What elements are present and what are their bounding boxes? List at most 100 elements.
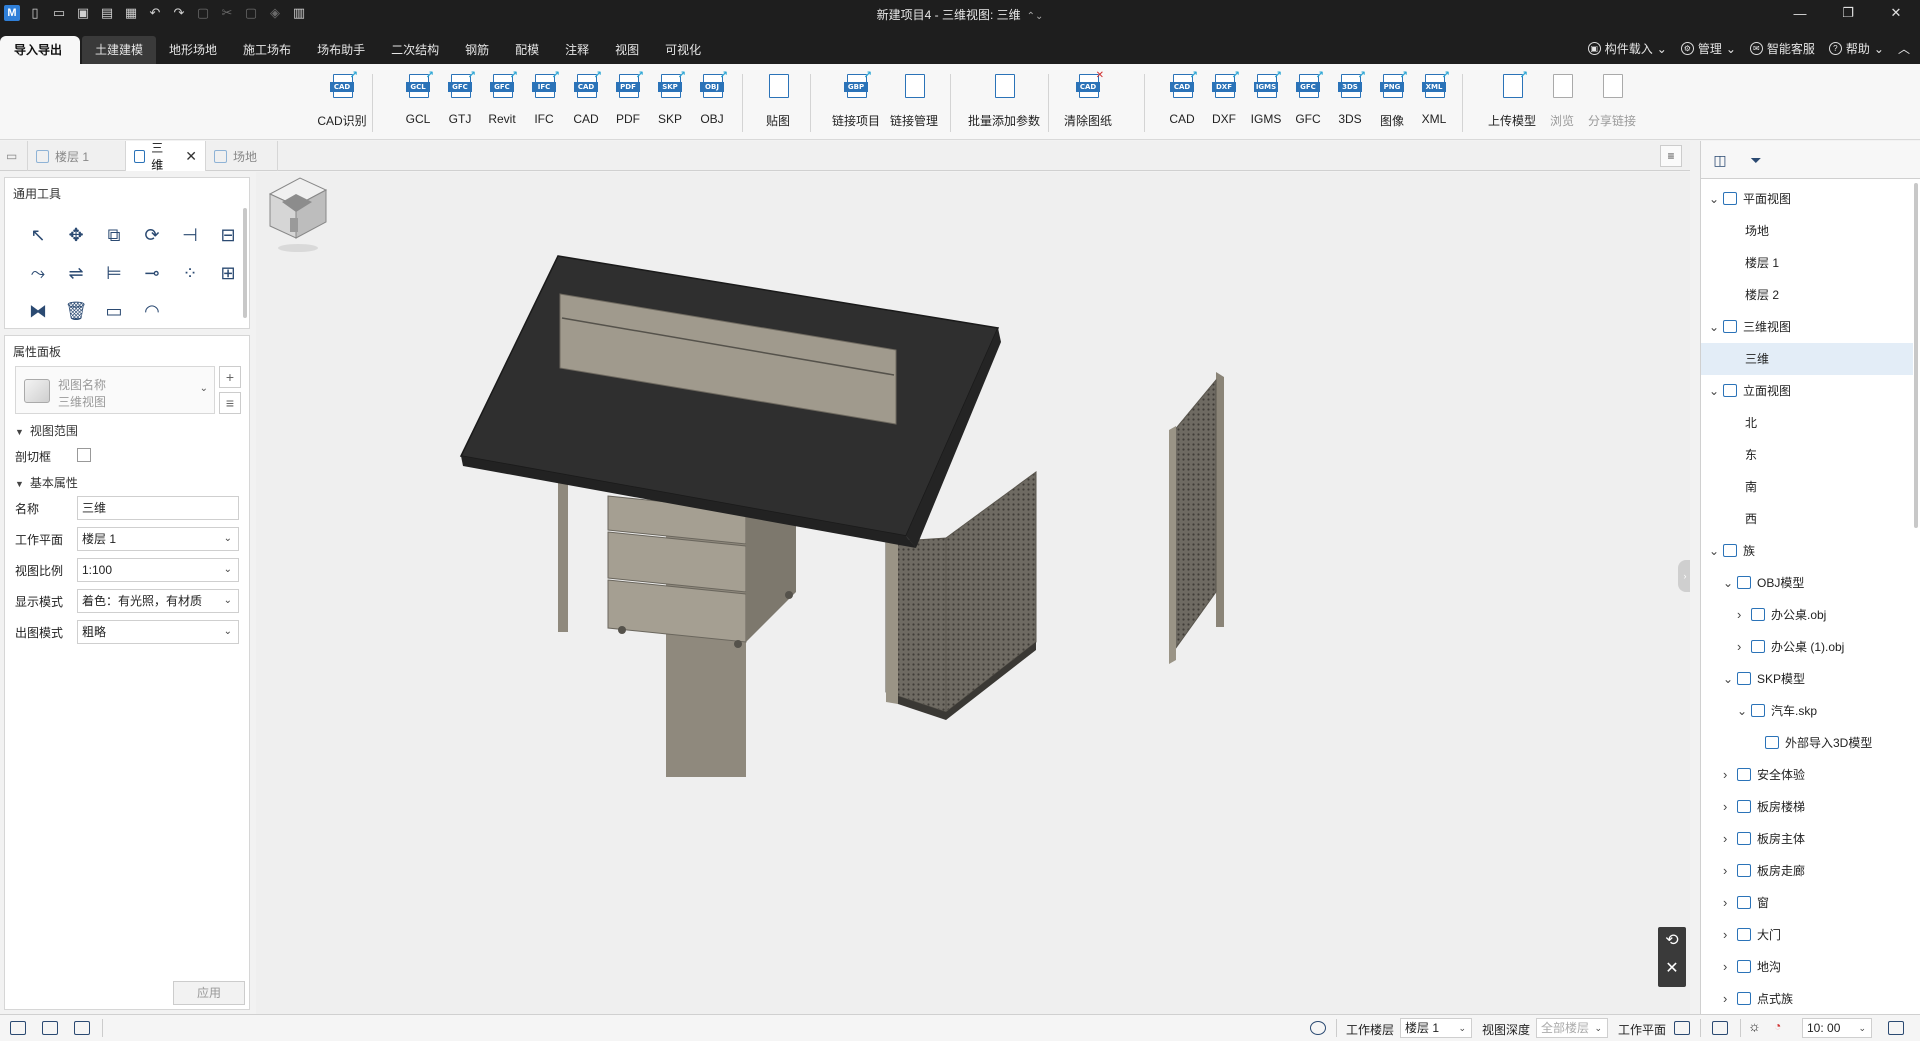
chevron-right-icon[interactable]: ›	[1723, 791, 1727, 823]
view-cube[interactable]	[256, 172, 336, 256]
work-plane-icon[interactable]	[1674, 1021, 1690, 1035]
manage-button[interactable]: ⚙ 管理 ⌄	[1680, 40, 1736, 57]
tree-item[interactable]: › 点式族	[1701, 983, 1913, 1015]
layout-single-icon[interactable]	[10, 1021, 26, 1035]
rotate-tool-icon[interactable]: ⟳	[133, 216, 171, 254]
title-dropdown-icon[interactable]: ⌃⌄	[1027, 11, 1044, 22]
tab-3d[interactable]: 三维 ✕	[126, 141, 206, 172]
trim-tool-icon[interactable]: ⊣	[171, 216, 209, 254]
work-plane-select[interactable]: 楼层 1 ⌄	[77, 527, 239, 551]
close-icon[interactable]: ✕	[1872, 0, 1920, 26]
tools-scrollbar[interactable]	[243, 208, 247, 318]
tree-item[interactable]: 楼层 2	[1701, 279, 1913, 311]
tree-item[interactable]: › 大门	[1701, 919, 1913, 951]
layout-grid-icon[interactable]	[74, 1021, 90, 1035]
menu-tab[interactable]: 施工场布	[230, 36, 304, 64]
component-load-button[interactable]: ▣ 构件载入 ⌄	[1587, 40, 1667, 57]
chevron-right-icon[interactable]: ›	[1723, 759, 1727, 791]
menu-tab[interactable]: 配模	[502, 36, 552, 64]
delete-tool-icon[interactable]: 🗑	[57, 292, 95, 330]
move-tool-icon[interactable]: ✥	[57, 216, 95, 254]
help-button[interactable]: ? 帮助 ⌄	[1828, 40, 1884, 57]
close-tab-icon[interactable]: ✕	[185, 148, 197, 165]
ribbon-button[interactable]: CAD ↗ CAD识别	[302, 70, 382, 129]
tree-item[interactable]: 北	[1701, 407, 1913, 439]
copy-tool-icon[interactable]: ⧉	[95, 216, 133, 254]
tree-item[interactable]: › 板房楼梯	[1701, 791, 1913, 823]
ribbon-button[interactable]: 链接管理	[883, 72, 945, 129]
tree-item[interactable]: ⌄ SKP模型	[1701, 663, 1913, 695]
break-tool-icon[interactable]: ⊸	[133, 254, 171, 292]
chevron-down-icon[interactable]: ⌄	[1723, 567, 1733, 599]
ribbon-button[interactable]: GBP ↗ 链接项目	[825, 70, 887, 129]
tree-item[interactable]: 西	[1701, 503, 1913, 535]
ribbon-button[interactable]: CAD ✕ 清除图纸	[1057, 70, 1119, 129]
select-tool-icon[interactable]: ↖	[19, 216, 57, 254]
view-settings-button[interactable]: ≡	[219, 392, 241, 414]
chevron-right-icon[interactable]: ›	[1723, 919, 1727, 951]
tree-item[interactable]: › 安全体验	[1701, 759, 1913, 791]
sun-time-select[interactable]: 10: 00 ⌄	[1802, 1018, 1872, 1038]
menu-tab[interactable]: 土建建模	[82, 36, 157, 64]
tree-item[interactable]: › 板房主体	[1701, 823, 1913, 855]
chevron-right-icon[interactable]: ›	[1723, 951, 1727, 983]
chevron-right-icon[interactable]: ›	[1723, 855, 1727, 887]
3d-viewport[interactable]: › ⟲ ✕	[256, 172, 1690, 1014]
tree-item[interactable]: ⌄ 汽车.skp	[1701, 695, 1913, 727]
tree-item[interactable]: › 窗	[1701, 887, 1913, 919]
tree-item[interactable]: ⌄ 立面视图	[1701, 375, 1913, 407]
output-mode-select[interactable]: 粗略 ⌄	[77, 620, 239, 644]
tree-scrollbar[interactable]	[1914, 183, 1918, 528]
grid-toggle-icon[interactable]	[1712, 1021, 1728, 1035]
tree-item[interactable]: 场地	[1701, 215, 1913, 247]
shadow-toggle-icon[interactable]: ◔	[1774, 1019, 1781, 1033]
menu-tab[interactable]: 视图	[602, 36, 652, 64]
ribbon-button[interactable]: 贴图	[752, 72, 804, 129]
chevron-right-icon[interactable]: ›	[1723, 823, 1727, 855]
tree-item[interactable]: 楼层 1	[1701, 247, 1913, 279]
tree-item[interactable]: ⌄ 平面视图	[1701, 183, 1913, 215]
add-view-button[interactable]: +	[219, 366, 241, 388]
tree-item[interactable]: › 板房走廊	[1701, 855, 1913, 887]
chevron-down-icon[interactable]: ⌄	[1709, 535, 1719, 567]
tree-item[interactable]: 南	[1701, 471, 1913, 503]
array-tool-icon[interactable]: ⁘	[171, 254, 209, 292]
work-floor-select[interactable]: 楼层 1 ⌄	[1400, 1018, 1472, 1038]
section-basic-properties[interactable]: ▼ 基本属性	[15, 474, 78, 491]
ribbon-button[interactable]: ↗ 上传模型	[1481, 70, 1543, 129]
browser-panel-icon[interactable]: ◫	[1709, 149, 1731, 171]
align-tool-icon[interactable]: ⇌	[57, 254, 95, 292]
mirror-tool-icon[interactable]: ⧓	[19, 292, 57, 330]
ribbon-button[interactable]: OBJ ↗ OBJ	[681, 70, 743, 126]
chevron-right-icon[interactable]: ›	[1723, 983, 1727, 1015]
panel-collapse-handle[interactable]: ›	[1678, 560, 1690, 592]
menu-tab[interactable]: 钢筋	[452, 36, 502, 64]
menu-tab[interactable]: 可视化	[652, 36, 714, 64]
close-view-icon[interactable]: ✕	[1658, 955, 1686, 983]
chevron-right-icon[interactable]: ›	[1737, 631, 1741, 663]
offset-tool-icon[interactable]: ⤳	[19, 254, 57, 292]
tree-item[interactable]: 外部导入3D模型	[1701, 727, 1913, 759]
section-box-checkbox[interactable]	[77, 448, 91, 462]
tree-item[interactable]: › 办公桌.obj	[1701, 599, 1913, 631]
ribbon-button[interactable]: XML ↗ XML	[1403, 70, 1465, 126]
chevron-down-icon[interactable]: ⌄	[1709, 183, 1719, 215]
menu-tab[interactable]: 注释	[552, 36, 602, 64]
apply-button[interactable]: 应用	[173, 981, 245, 1005]
extend-tool-icon[interactable]: ⊨	[95, 254, 133, 292]
menu-tab[interactable]: 地形场地	[156, 36, 230, 64]
desk-model[interactable]	[256, 172, 1690, 1014]
sun-icon[interactable]: ☼	[1748, 1018, 1761, 1034]
angle-tool-icon[interactable]: ◠	[133, 292, 171, 330]
tree-item[interactable]: 三维	[1701, 343, 1913, 375]
snap-icon[interactable]	[1310, 1021, 1326, 1035]
tree-item[interactable]: 东	[1701, 439, 1913, 471]
measure-tool-icon[interactable]: ▭	[95, 292, 133, 330]
display-mode-select[interactable]: 着色：有光照，有材质 ⌄	[77, 589, 239, 613]
chevron-down-icon[interactable]: ⌄	[1737, 695, 1747, 727]
layout-split-icon[interactable]	[42, 1021, 58, 1035]
tree-item[interactable]: › 地沟	[1701, 951, 1913, 983]
restore-icon[interactable]: ❐	[1824, 0, 1872, 26]
section-view-range[interactable]: ▼ 视图范围	[15, 422, 78, 439]
tabs-menu-button[interactable]: ≡	[1660, 145, 1682, 167]
